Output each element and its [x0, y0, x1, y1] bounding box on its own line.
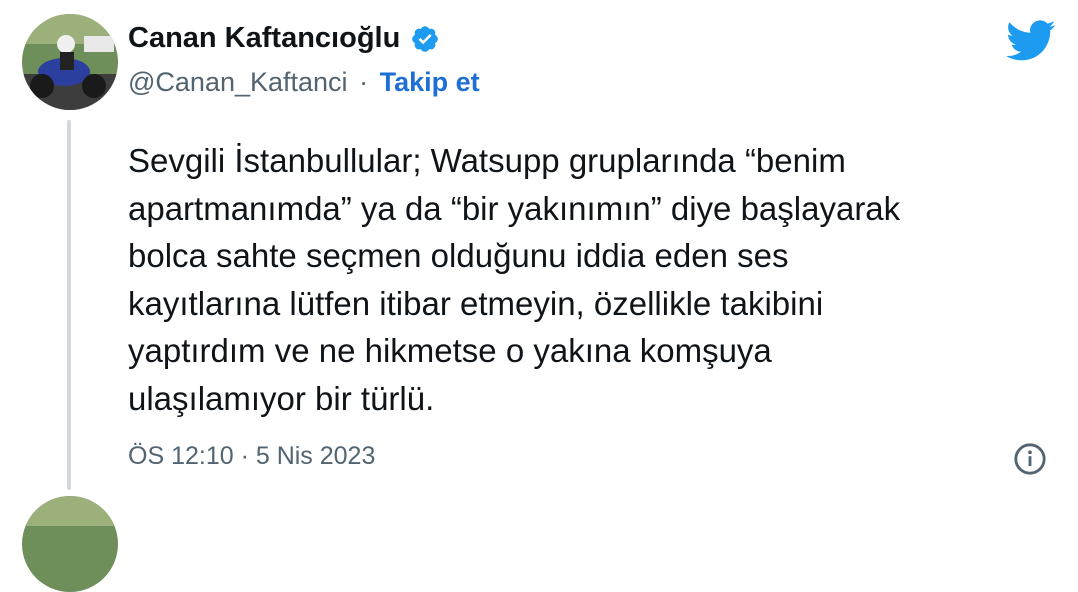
tweet-text: Sevgili İstanbullular; Watsupp grupların…	[128, 142, 901, 417]
reply-avatar[interactable]	[22, 496, 118, 592]
tweet-timestamp[interactable]: ÖS 12:10 · 5 Nis 2023	[128, 442, 375, 471]
author-name-row[interactable]: Canan Kaftancıoğlu	[128, 22, 440, 55]
author-handle[interactable]: @Canan_Kaftanci	[128, 67, 348, 97]
handle-row: @Canan_Kaftanci · Takip et	[128, 67, 480, 98]
separator-dot: ·	[359, 67, 369, 97]
author-name[interactable]: Canan Kaftancıoğlu	[128, 22, 400, 55]
info-icon[interactable]	[1013, 442, 1047, 476]
twitter-bird-icon[interactable]	[1006, 20, 1056, 62]
thread-line	[67, 120, 71, 490]
author-avatar[interactable]	[22, 14, 118, 110]
verified-badge-icon	[410, 24, 440, 54]
follow-button[interactable]: Takip et	[380, 67, 480, 97]
